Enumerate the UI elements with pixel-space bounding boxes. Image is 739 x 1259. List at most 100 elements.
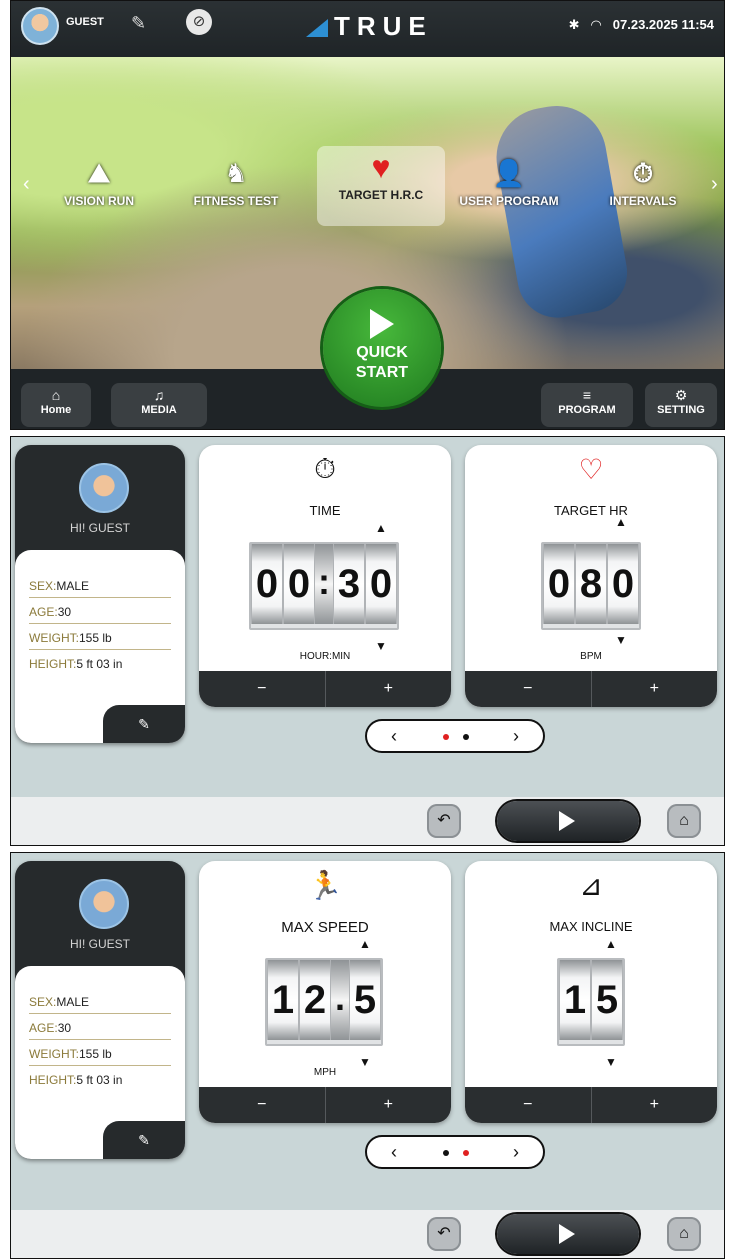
setting-label: SETTING <box>657 404 705 416</box>
mountain-icon: ⛰ <box>88 158 110 188</box>
home-icon: ⌂ <box>51 387 61 403</box>
speed-decimal: . <box>331 960 349 1040</box>
target-hr-plus-button[interactable]: + <box>592 671 718 707</box>
fitness-icon: ♞ <box>224 158 248 188</box>
heart-rate-icon: ♡ <box>578 454 604 485</box>
programs-next-arrow[interactable]: › <box>711 173 718 196</box>
back-button[interactable]: ↶ <box>427 804 461 838</box>
list-icon: ≡ <box>582 387 592 403</box>
program-vision-run[interactable]: ⛰ VISION RUN <box>39 158 159 208</box>
age-row: AGE:30 <box>29 602 171 624</box>
time-stepper: − + <box>199 671 451 707</box>
time-minus-button[interactable]: − <box>199 671 326 707</box>
max-incline-plus-button[interactable]: + <box>592 1087 718 1123</box>
age-value: 30 <box>57 1021 72 1035</box>
brand-name: TRUE <box>334 11 433 41</box>
no-user-icon[interactable]: ⊘ <box>186 9 212 35</box>
page-indicator: ‹ › <box>365 1135 545 1169</box>
hr-digit: 0 <box>543 544 575 624</box>
page-prev-button[interactable]: ‹ <box>391 726 397 747</box>
setting-button[interactable]: ⚙ SETTING <box>645 383 717 427</box>
program-target-hrc[interactable]: ♥ TARGET H.R.C <box>317 146 445 226</box>
program-label: TARGET H.R.C <box>338 188 424 202</box>
time-plus-button[interactable]: + <box>326 671 452 707</box>
speed-incline-setup-screen: HI! GUEST SEX:MALE AGE:30 WEIGHT:155 lb … <box>10 852 725 1259</box>
profile-avatar <box>79 879 129 929</box>
quick-start-button[interactable]: QUICK START <box>323 289 441 407</box>
program-intervals[interactable]: ⏱ INTERVALS <box>583 158 703 208</box>
target-hr-minus-button[interactable]: − <box>465 671 592 707</box>
target-hr-down-arrow[interactable]: ▼ <box>615 633 627 647</box>
program-fitness-test[interactable]: ♞ FITNESS TEST <box>176 158 296 208</box>
height-row: HEIGHT:5 ft 03 in <box>29 654 171 675</box>
home-button[interactable]: ⌂ <box>667 1217 701 1251</box>
max-speed-title: MAX SPEED <box>281 919 369 936</box>
media-icon: ♫ <box>153 387 165 403</box>
sex-row: SEX:MALE <box>29 576 171 598</box>
home-button[interactable]: ⌂ Home <box>21 383 91 427</box>
edit-profile-button[interactable]: ✎ <box>103 1121 185 1159</box>
speed-digit: 2 <box>299 960 331 1040</box>
page-next-button[interactable]: › <box>513 1142 519 1163</box>
max-incline-minus-button[interactable]: − <box>465 1087 592 1123</box>
max-speed-plus-button[interactable]: + <box>326 1087 452 1123</box>
max-incline-counter[interactable]: 1 5 <box>557 958 625 1046</box>
weight-key: WEIGHT: <box>29 631 79 645</box>
start-button[interactable] <box>497 801 639 841</box>
home-screen: GUEST ✎ ⊘ TRUE ✱ ◠ 07.23.2025 11:54 ‹ › … <box>10 0 725 430</box>
page-dot <box>443 1150 449 1156</box>
max-incline-card: ⊿ MAX INCLINE ▲ 1 5 ▼ − + <box>465 861 717 1123</box>
max-incline-up-arrow[interactable]: ▲ <box>605 937 617 951</box>
page-dot <box>463 734 469 740</box>
time-counter[interactable]: 0 0 : 3 0 <box>249 542 399 630</box>
profile-info: SEX:MALE AGE:30 WEIGHT:155 lb HEIGHT:5 f… <box>15 550 185 743</box>
profile-card: HI! GUEST SEX:MALE AGE:30 WEIGHT:155 lb … <box>15 445 185 743</box>
status-area: ✱ ◠ 07.23.2025 11:54 <box>561 17 714 33</box>
brand-logo: TRUE <box>306 11 433 42</box>
age-row: AGE:30 <box>29 1018 171 1040</box>
program-user-program[interactable]: 👤 USER PROGRAM <box>449 158 569 208</box>
program-button[interactable]: ≡ PROGRAM <box>541 383 633 427</box>
user-avatar[interactable] <box>21 7 59 45</box>
target-hr-setup-screen: HI! GUEST SEX:MALE AGE:30 WEIGHT:155 lb … <box>10 436 725 846</box>
profile-avatar <box>79 463 129 513</box>
sex-key: SEX: <box>29 995 57 1009</box>
target-hr-card: ♡ TARGET HR ▲ 0 8 0 ▼ BPM − + <box>465 445 717 707</box>
media-button[interactable]: ♫ MEDIA <box>111 383 207 427</box>
page-next-button[interactable]: › <box>513 726 519 747</box>
sex-value: MALE <box>56 579 90 593</box>
height-value: 5 ft 03 in <box>76 1073 123 1087</box>
max-speed-stepper: − + <box>199 1087 451 1123</box>
target-hr-up-arrow[interactable]: ▲ <box>615 515 627 529</box>
max-speed-counter[interactable]: 1 2 . 5 <box>265 958 383 1046</box>
weight-key: WEIGHT: <box>29 1047 79 1061</box>
footer-bar: ↶ ⌂ <box>11 797 724 845</box>
profile-card: HI! GUEST SEX:MALE AGE:30 WEIGHT:155 lb … <box>15 861 185 1159</box>
max-speed-minus-button[interactable]: − <box>199 1087 326 1123</box>
target-hr-counter[interactable]: 0 8 0 <box>541 542 641 630</box>
max-speed-up-arrow[interactable]: ▲ <box>359 937 371 951</box>
edit-profile-icon[interactable]: ✎ <box>131 13 146 34</box>
max-incline-title: MAX INCLINE <box>549 919 633 934</box>
weight-value: 155 lb <box>79 631 112 645</box>
incline-digit: 1 <box>559 960 591 1040</box>
home-button[interactable]: ⌂ <box>667 804 701 838</box>
program-label: PROGRAM <box>558 404 616 416</box>
time-digit: 0 <box>365 544 397 624</box>
edit-profile-button[interactable]: ✎ <box>103 705 185 743</box>
hr-digit: 0 <box>607 544 639 624</box>
datetime: 07.23.2025 11:54 <box>612 17 714 32</box>
play-icon <box>370 309 394 339</box>
start-button[interactable] <box>497 1214 639 1254</box>
time-digit: 0 <box>251 544 283 624</box>
time-up-arrow[interactable]: ▲ <box>375 521 387 535</box>
page-prev-button[interactable]: ‹ <box>391 1142 397 1163</box>
brand-mark-icon <box>306 19 328 37</box>
max-incline-down-arrow[interactable]: ▼ <box>605 1055 617 1069</box>
user-name: GUEST <box>66 16 104 28</box>
programs-prev-arrow[interactable]: ‹ <box>23 173 30 196</box>
program-label: VISION RUN <box>63 194 134 208</box>
time-card: ⏱ TIME ▲ 0 0 : 3 0 ▼ HOUR:MIN − + <box>199 445 451 707</box>
back-button[interactable]: ↶ <box>427 1217 461 1251</box>
heart-icon: ♥ <box>371 149 391 185</box>
